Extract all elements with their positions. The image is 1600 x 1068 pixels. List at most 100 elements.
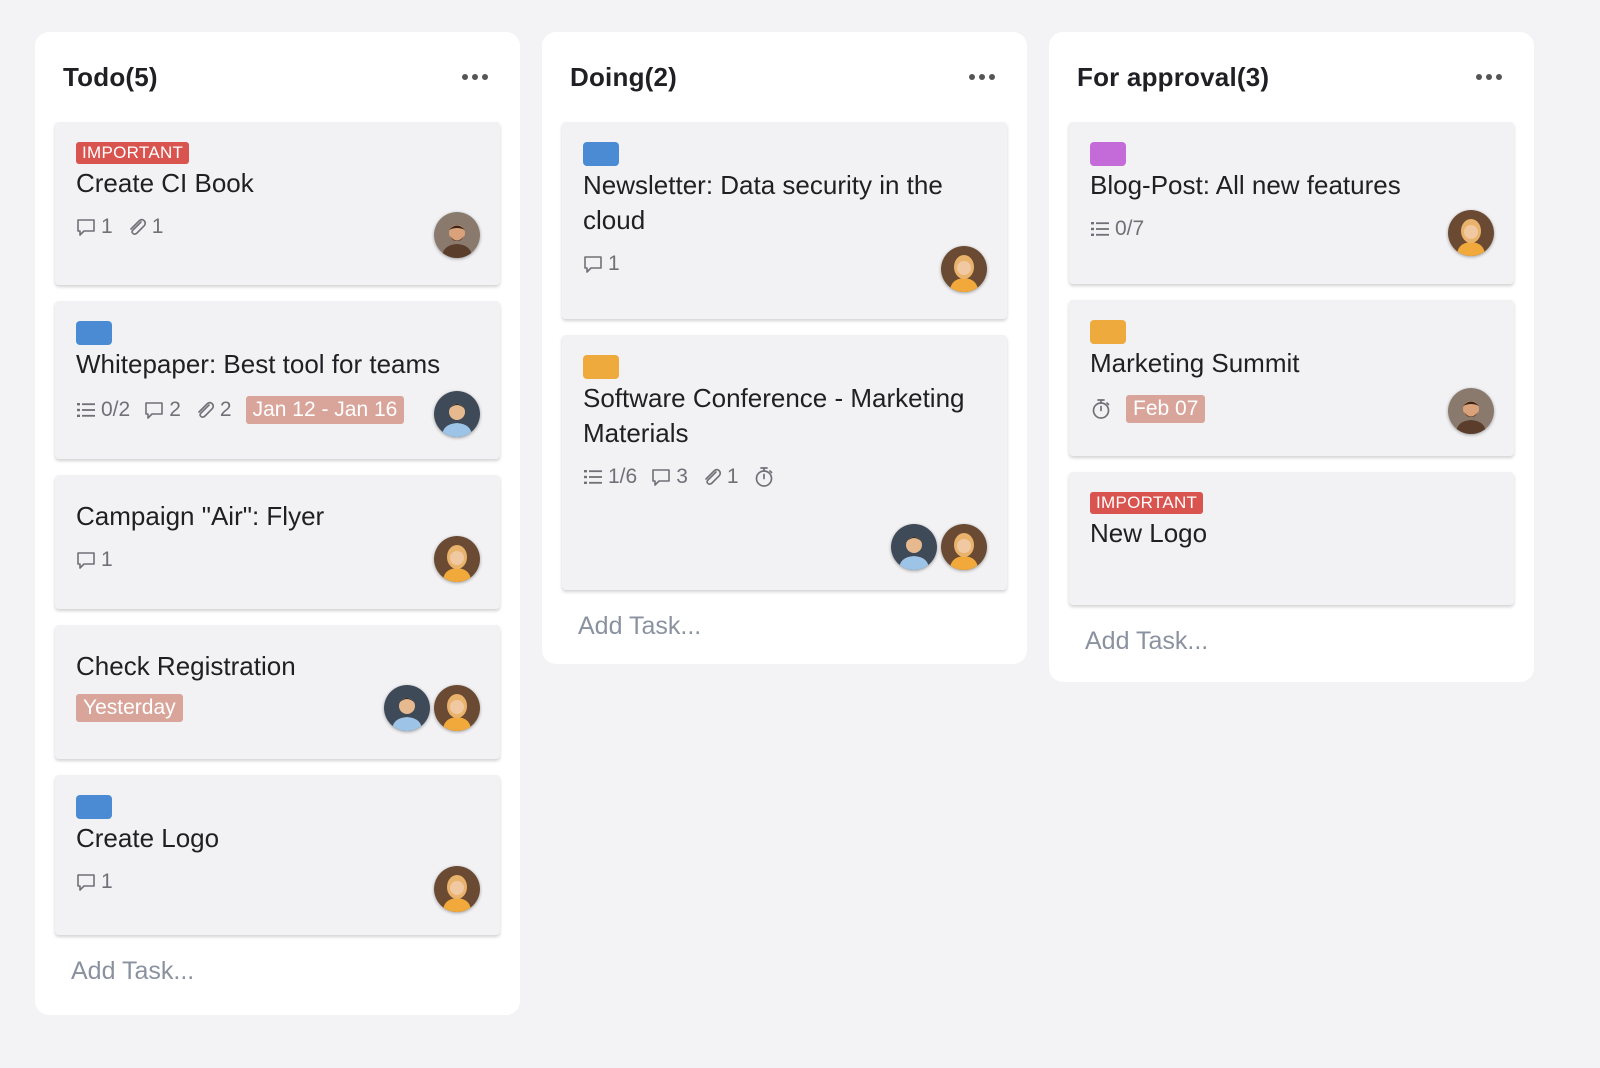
task-title: Campaign "Air": Flyer bbox=[76, 501, 325, 531]
menu-dot-icon bbox=[969, 74, 975, 80]
avatar[interactable] bbox=[434, 212, 480, 258]
assignees bbox=[891, 524, 987, 570]
assignees bbox=[384, 685, 480, 731]
comment-count: 1 bbox=[76, 215, 113, 239]
task-meta: 1 bbox=[76, 548, 480, 572]
task-card[interactable]: IMPORTANT Create CI Book 1 1 bbox=[55, 122, 500, 285]
task-title: Newsletter: Data security in the cloud bbox=[583, 170, 943, 235]
task-title: Software Conference - Marketing Material… bbox=[583, 383, 965, 448]
important-badge: IMPORTANT bbox=[76, 142, 190, 164]
add-task-button[interactable]: Add Task... bbox=[1069, 621, 1514, 656]
avatar[interactable] bbox=[434, 866, 480, 912]
task-meta: Feb 07 bbox=[1090, 395, 1494, 423]
comment-count-value: 2 bbox=[169, 398, 181, 421]
avatar[interactable] bbox=[941, 524, 987, 570]
column-menu-button[interactable] bbox=[458, 68, 492, 86]
column-doing: Doing(2) Newsletter: Data security in th… bbox=[542, 32, 1027, 664]
comment-count-value: 3 bbox=[676, 465, 688, 488]
comment-count: 1 bbox=[76, 548, 113, 572]
column-menu-button[interactable] bbox=[1472, 68, 1506, 86]
column-header: Todo(5) bbox=[55, 32, 500, 122]
task-card[interactable]: Software Conference - Marketing Material… bbox=[562, 335, 1007, 590]
timer bbox=[753, 466, 775, 488]
checklist-icon bbox=[1090, 219, 1110, 239]
task-title: Check Registration bbox=[76, 651, 296, 681]
assignees bbox=[434, 391, 480, 437]
kanban-board: Todo(5) IMPORTANT Create CI Book 1 1 Whi… bbox=[0, 0, 1600, 1068]
checklist-value: 1/6 bbox=[608, 465, 638, 488]
comment-count: 3 bbox=[651, 465, 688, 489]
column-menu-button[interactable] bbox=[965, 68, 999, 86]
comment-count: 1 bbox=[583, 252, 620, 276]
menu-dot-icon bbox=[472, 74, 478, 80]
comment-count-value: 1 bbox=[101, 870, 113, 893]
task-meta: 1 bbox=[583, 252, 987, 276]
checklist-count: 1/6 bbox=[583, 465, 637, 489]
task-meta: 1 bbox=[76, 870, 480, 894]
add-task-button[interactable]: Add Task... bbox=[562, 606, 1007, 641]
comment-count: 1 bbox=[76, 870, 113, 894]
column-title: Todo(5) bbox=[63, 61, 158, 92]
avatar[interactable] bbox=[891, 524, 937, 570]
avatar[interactable] bbox=[1448, 210, 1494, 256]
add-task-button[interactable]: Add Task... bbox=[55, 951, 500, 986]
task-title: Create CI Book bbox=[76, 168, 254, 198]
avatar[interactable] bbox=[434, 391, 480, 437]
assignees bbox=[941, 246, 987, 292]
assignees bbox=[434, 866, 480, 912]
task-meta: 1/6 3 1 bbox=[583, 465, 987, 489]
menu-dot-icon bbox=[1476, 74, 1482, 80]
avatar[interactable] bbox=[941, 246, 987, 292]
menu-dot-icon bbox=[1486, 74, 1492, 80]
assignees bbox=[1448, 210, 1494, 256]
paperclip-icon bbox=[195, 400, 215, 420]
task-card[interactable]: IMPORTANT New Logo bbox=[1069, 472, 1514, 605]
attachment-count-value: 1 bbox=[726, 465, 739, 488]
task-title: New Logo bbox=[1090, 518, 1208, 548]
task-card[interactable]: Check Registration Yesterday bbox=[55, 625, 500, 759]
menu-dot-icon bbox=[989, 74, 995, 80]
blue-color-tag bbox=[76, 795, 112, 819]
due-date-badge: Jan 12 - Jan 16 bbox=[245, 396, 405, 424]
timer-icon bbox=[753, 466, 775, 488]
important-badge: IMPORTANT bbox=[1090, 492, 1204, 514]
menu-dot-icon bbox=[1496, 74, 1502, 80]
task-card[interactable]: Blog-Post: All new features 0/7 bbox=[1069, 122, 1514, 284]
checklist-value: 0/7 bbox=[1115, 217, 1145, 240]
avatar[interactable] bbox=[1448, 388, 1494, 434]
avatar[interactable] bbox=[434, 685, 480, 731]
task-card[interactable]: Newsletter: Data security in the cloud 1 bbox=[562, 122, 1007, 319]
task-title: Whitepaper: Best tool for teams bbox=[76, 349, 441, 379]
task-meta: 0/7 bbox=[1090, 217, 1494, 241]
attachment-count: 2 bbox=[195, 398, 232, 422]
task-card[interactable]: Whitepaper: Best tool for teams 0/2 2 2 … bbox=[55, 301, 500, 459]
comment-icon bbox=[144, 400, 164, 420]
attachment-count: 1 bbox=[702, 465, 739, 489]
paperclip-icon bbox=[702, 467, 722, 487]
task-meta: 0/2 2 2 Jan 12 - Jan 16 bbox=[76, 396, 480, 424]
attachment-count: 1 bbox=[127, 215, 163, 239]
task-card[interactable]: Marketing Summit Feb 07 bbox=[1069, 300, 1514, 456]
checklist-count: 0/7 bbox=[1090, 217, 1144, 241]
orange-color-tag bbox=[1090, 320, 1126, 344]
avatar[interactable] bbox=[384, 685, 430, 731]
comment-count-value: 1 bbox=[101, 548, 113, 571]
timer bbox=[1090, 398, 1112, 420]
checklist-count: 0/2 bbox=[76, 398, 130, 422]
comment-count-value: 1 bbox=[101, 215, 113, 238]
column-for-approval: For approval(3) Blog-Post: All new featu… bbox=[1049, 32, 1534, 682]
task-title: Marketing Summit bbox=[1090, 348, 1300, 378]
checklist-value: 0/2 bbox=[101, 398, 131, 421]
paperclip-icon bbox=[127, 217, 147, 237]
task-meta: 1 1 bbox=[76, 215, 480, 239]
due-date-badge: Yesterday bbox=[76, 694, 183, 722]
blue-color-tag bbox=[583, 142, 619, 166]
due-date-badge: Feb 07 bbox=[1126, 395, 1206, 423]
comment-icon bbox=[76, 217, 96, 237]
avatar[interactable] bbox=[434, 536, 480, 582]
purple-color-tag bbox=[1090, 142, 1126, 166]
task-card[interactable]: Create Logo 1 bbox=[55, 775, 500, 935]
task-card[interactable]: Campaign "Air": Flyer 1 bbox=[55, 475, 500, 609]
column-header: For approval(3) bbox=[1069, 32, 1514, 122]
column-todo: Todo(5) IMPORTANT Create CI Book 1 1 Whi… bbox=[35, 32, 520, 1015]
